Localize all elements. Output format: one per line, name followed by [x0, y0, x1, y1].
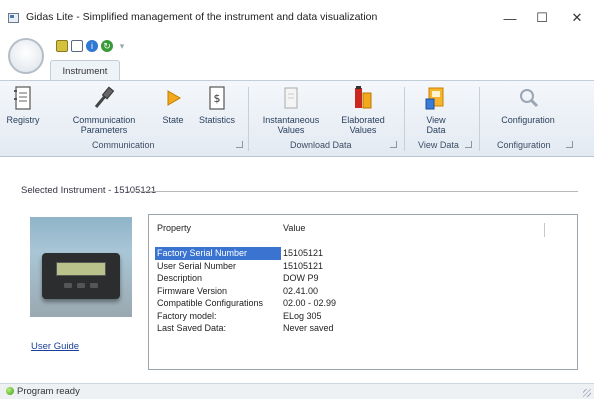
user-guide-link[interactable]: User Guide — [31, 341, 79, 352]
device-screen — [56, 262, 106, 276]
table-row[interactable]: User Serial Number 15105121 — [155, 260, 338, 273]
property-cell: Firmware Version — [157, 285, 228, 296]
refresh-icon[interactable]: ↻ — [101, 40, 113, 52]
state-label: State — [162, 115, 184, 125]
table-row[interactable]: Last Saved Data: Never saved — [155, 322, 338, 335]
communication-parameters-label-1: Communication — [72, 115, 136, 125]
instrument-photo — [30, 217, 132, 317]
property-cell: Compatible Configurations — [157, 298, 264, 309]
cable-icon — [94, 86, 115, 108]
app-icon — [8, 13, 19, 23]
statistics-icon: $ — [209, 86, 225, 110]
configuration-label: Configuration — [501, 115, 555, 125]
device-button — [64, 283, 72, 288]
close-button[interactable]: ✕ — [562, 8, 592, 28]
table-row[interactable]: Factory Serial Number 15105121 — [155, 247, 338, 260]
grid-column-divider — [544, 223, 545, 237]
customize-qat-icon[interactable]: ▾ — [116, 40, 128, 52]
group-configuration-label: Configuration — [497, 140, 551, 150]
elaborated-values-label-1: Elaborated — [341, 115, 385, 125]
table-header-row: Property Value — [155, 222, 338, 235]
value-cell: 02.00 - 02.99 — [283, 298, 337, 309]
property-cell: Description — [157, 273, 203, 284]
property-cell: User Serial Number — [157, 260, 237, 271]
elaborated-values-label-2: Values — [349, 125, 377, 135]
device-button — [90, 283, 98, 288]
document-icon[interactable] — [71, 40, 83, 52]
communication-parameters-button[interactable]: Communication Parameters — [66, 85, 142, 135]
value-cell: 02.41.00 — [283, 285, 319, 296]
play-icon — [167, 90, 181, 106]
elaborated-values-button[interactable]: Elaborated Values — [334, 85, 392, 135]
state-button[interactable]: State — [158, 85, 188, 125]
table-row[interactable]: Factory model: ELog 305 — [155, 310, 338, 323]
device-button — [77, 283, 85, 288]
instantaneous-values-button[interactable]: Instantaneous Values — [258, 85, 324, 135]
value-cell: Never saved — [283, 323, 334, 334]
property-cell: Factory model: — [157, 310, 217, 321]
view-data-label-2: Data — [426, 125, 446, 135]
table-row[interactable]: Firmware Version 02.41.00 — [155, 285, 338, 298]
search-gear-icon — [520, 89, 539, 108]
view-data-button[interactable]: View Data — [412, 85, 460, 135]
minimize-button[interactable]: — — [495, 8, 525, 28]
application-menu-orb[interactable] — [8, 38, 44, 74]
group-view-data-label: View Data — [418, 140, 459, 150]
property-column-header[interactable]: Property — [155, 222, 281, 235]
table-row[interactable]: Description DOW P9 — [155, 272, 338, 285]
svg-text:$: $ — [214, 92, 221, 105]
configuration-group-launcher-icon[interactable] — [566, 141, 573, 148]
properties-table: Property Value Factory Serial Number 151… — [155, 222, 338, 335]
group-communication-label: Communication — [92, 140, 155, 150]
table-row[interactable]: Compatible Configurations 02.00 - 02.99 — [155, 297, 338, 310]
elaborated-values-icon — [355, 86, 372, 109]
instantaneous-values-label-2: Values — [277, 125, 305, 135]
registry-label: Registry — [6, 115, 40, 125]
info-icon[interactable]: i — [86, 40, 98, 52]
group-separator — [404, 87, 405, 151]
resize-grip-icon[interactable] — [583, 389, 591, 397]
window-title: Gidas Lite - Simplified management of th… — [26, 11, 378, 23]
maximize-button[interactable]: ☐ — [527, 8, 557, 28]
property-cell: Last Saved Data: — [157, 323, 227, 334]
tab-instrument[interactable]: Instrument — [50, 60, 120, 81]
group-download-data-label: Download Data — [290, 140, 352, 150]
view-data-label-1: View — [426, 115, 446, 125]
configuration-button[interactable]: Configuration — [490, 85, 566, 125]
group-separator — [479, 87, 480, 151]
download-data-group-launcher-icon[interactable] — [390, 141, 397, 148]
view-data-group-launcher-icon[interactable] — [465, 141, 472, 148]
section-divider — [128, 191, 578, 192]
communication-parameters-label-2: Parameters — [80, 125, 128, 135]
property-cell: Factory Serial Number — [155, 247, 281, 260]
ribbon: Registry Communication Parameters State … — [0, 80, 594, 157]
value-cell: 15105121 — [283, 260, 324, 271]
value-cell: ELog 305 — [283, 310, 322, 321]
properties-grid[interactable]: Property Value Factory Serial Number 151… — [148, 214, 578, 370]
view-data-icon — [425, 87, 444, 110]
value-column-header[interactable]: Value — [281, 222, 338, 235]
value-cell: 15105121 — [283, 248, 324, 259]
statistics-button[interactable]: $ Statistics — [192, 85, 242, 125]
communication-group-launcher-icon[interactable] — [236, 141, 243, 148]
value-cell: DOW P9 — [283, 273, 319, 284]
instantaneous-values-icon — [284, 87, 298, 109]
instantaneous-values-label-1: Instantaneous — [262, 115, 320, 125]
status-text: Program ready — [17, 386, 80, 397]
status-bar — [0, 383, 594, 399]
open-icon[interactable] — [56, 40, 68, 52]
datalogger-device-image — [42, 253, 120, 299]
group-separator — [248, 87, 249, 151]
registry-icon — [14, 86, 31, 110]
registry-button[interactable]: Registry — [6, 85, 40, 125]
statistics-label: Statistics — [198, 115, 235, 125]
status-indicator-icon — [6, 387, 14, 395]
